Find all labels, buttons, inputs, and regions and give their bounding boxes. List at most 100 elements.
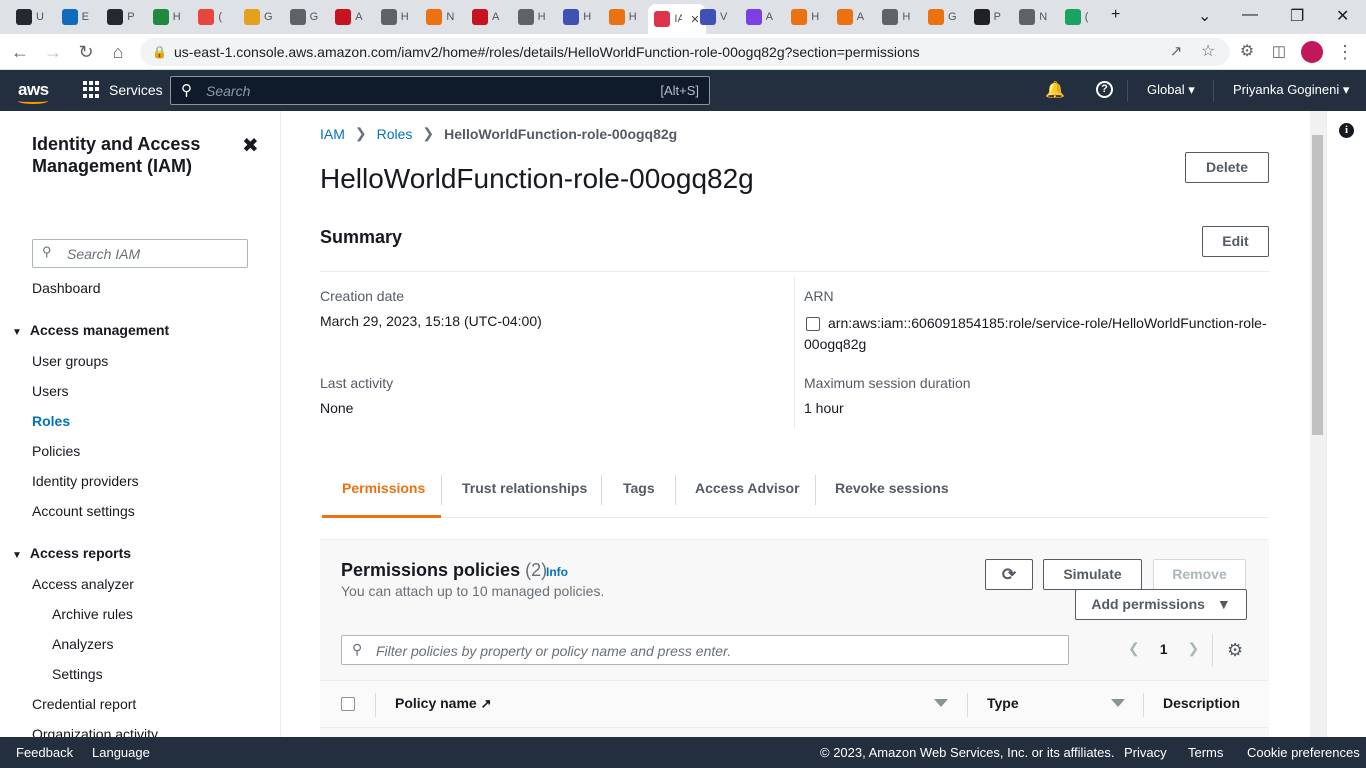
browser-tab[interactable]: H [608,4,637,30]
maximize-icon[interactable]: ❐ [1290,6,1304,26]
cookie-preferences-link[interactable]: Cookie preferences [1247,745,1360,760]
browser-tab[interactable]: A [836,4,865,30]
account-menu[interactable]: Priyanka Gogineni ▾ [1233,82,1349,98]
sidebar-item-archive-rules[interactable]: Archive rules [52,606,133,622]
new-tab-icon[interactable]: + [1111,6,1120,24]
column-type[interactable]: Type [987,695,1019,711]
tab-search-icon[interactable]: ⌄ [1198,6,1211,26]
tab-tags[interactable]: Tags [603,463,675,518]
close-sidebar-icon[interactable]: ✖ [242,133,259,158]
browser-tab[interactable]: G [928,4,956,30]
tab-revoke-sessions[interactable]: Revoke sessions [815,463,969,518]
browser-tab[interactable]: H [380,4,409,30]
side-panel-icon[interactable]: ◫ [1268,41,1290,63]
table-settings-gear-icon[interactable]: ⚙ [1227,640,1243,661]
browser-tab[interactable]: IA ✕ [648,4,706,34]
tab-access-advisor[interactable]: Access Advisor [675,463,820,518]
page-scrollbar[interactable] [1310,111,1326,737]
reload-icon[interactable]: ↻ [75,41,97,63]
help-icon[interactable]: ? [1096,81,1113,98]
region-selector[interactable]: Global ▾ [1147,82,1195,98]
browser-tab[interactable]: N [1019,4,1047,30]
browser-tab[interactable]: A [745,4,774,30]
aws-search-input[interactable]: ⚲ Search [Alt+S] [170,76,710,105]
privacy-link[interactable]: Privacy [1124,745,1167,760]
sidebar-item-analyzers[interactable]: Analyzers [52,636,113,652]
breadcrumb-roles-link[interactable]: Roles [377,126,413,142]
browser-tab[interactable]: A [335,4,363,30]
prev-page-icon[interactable]: ❮ [1128,640,1140,657]
sidebar-item-account-settings[interactable]: Account settings [32,503,135,519]
url-bar[interactable]: 🔒 us-east-1.console.aws.amazon.com/iamv2… [140,38,1230,66]
next-page-icon[interactable]: ❯ [1188,640,1200,657]
browser-menu-icon[interactable]: ⋮ [1334,41,1356,63]
share-icon[interactable]: ↗ [1165,41,1187,63]
column-description[interactable]: Description [1163,695,1240,711]
breadcrumb: IAM ❯ Roles ❯ HelloWorldFunction-role-00… [320,125,677,142]
browser-tab[interactable]: P [973,4,1002,30]
breadcrumb-iam-link[interactable]: IAM [320,126,345,142]
services-menu-button[interactable]: Services [83,81,163,98]
back-icon[interactable]: ← [9,41,31,63]
browser-tab[interactable]: ( [198,4,226,30]
sidebar-item-dashboard[interactable]: Dashboard [32,280,101,296]
sidebar-item-policies[interactable]: Policies [32,443,80,459]
delete-role-button[interactable]: Delete [1185,152,1269,183]
aws-logo[interactable]: aws [18,80,49,104]
current-page[interactable]: 1 [1160,641,1168,657]
close-window-icon[interactable]: ✕ [1336,6,1349,26]
terms-link[interactable]: Terms [1188,745,1223,760]
column-policy-name[interactable]: Policy name ↗ [395,695,492,712]
sidebar-item-access-analyzer[interactable]: Access analyzer [32,576,134,592]
sort-caret-icon[interactable] [1111,699,1125,707]
browser-tab[interactable]: G [244,4,272,30]
sidebar-item-user-groups[interactable]: User groups [32,353,108,369]
browser-tab[interactable]: P [107,4,135,30]
remove-button[interactable]: Remove [1153,559,1246,590]
language-link[interactable]: Language [92,745,150,760]
policy-filter-input[interactable]: ⚲ Filter policies by property or policy … [341,635,1069,665]
info-link[interactable]: Info [546,565,568,579]
refresh-button[interactable]: ⟳ [985,559,1033,590]
sidebar-item-settings[interactable]: Settings [52,666,103,682]
scroll-thumb[interactable] [1312,135,1323,435]
info-panel-icon[interactable]: i [1339,123,1354,138]
sidebar-item-users[interactable]: Users [32,383,69,399]
bookmark-star-icon[interactable]: ☆ [1197,41,1219,63]
sidebar-item-roles[interactable]: Roles [32,413,70,429]
edit-summary-button[interactable]: Edit [1202,226,1269,257]
copy-icon[interactable] [806,317,820,332]
browser-tab[interactable]: H [882,4,910,30]
browser-tab[interactable]: ( [1064,4,1093,30]
sidebar-item-identity-providers[interactable]: Identity providers [32,473,139,489]
simulate-button[interactable]: Simulate [1043,559,1142,590]
close-tab-icon[interactable]: ✕ [690,13,699,26]
sidebar-section-access-management[interactable]: ▼ Access management [12,322,169,338]
sidebar-item-credential-report[interactable]: Credential report [32,696,136,712]
feedback-link[interactable]: Feedback [16,745,73,760]
forward-icon[interactable]: → [42,41,64,63]
home-icon[interactable]: ⌂ [107,41,129,63]
browser-tab[interactable]: U [16,4,44,30]
browser-tab[interactable]: E [61,4,90,30]
browser-tab[interactable]: H [791,4,819,30]
notifications-bell-icon[interactable]: 🔔 [1045,80,1065,100]
sidebar-search-input[interactable]: ⚲ Search IAM [32,239,248,268]
browser-tab[interactable]: H [517,4,546,30]
select-all-checkbox[interactable] [341,697,355,711]
sidebar-section-access-reports[interactable]: ▼ Access reports [12,545,131,561]
tab-trust-relationships[interactable]: Trust relationships [442,463,607,518]
add-permissions-button[interactable]: Add permissions ▼ [1075,589,1247,620]
browser-tab[interactable]: H [152,4,181,30]
browser-tab[interactable]: G [289,4,318,30]
tab-permissions[interactable]: Permissions [322,463,441,518]
browser-tab[interactable]: H [563,4,591,30]
profile-avatar[interactable] [1301,41,1323,63]
sort-caret-icon[interactable] [934,699,948,707]
browser-tab[interactable]: N [426,4,454,30]
sidebar-item-organization-activity[interactable]: Organization activity [32,726,158,737]
browser-tab[interactable]: A [472,4,500,30]
extensions-icon[interactable]: ⚙ [1236,41,1258,63]
minimize-icon[interactable]: — [1242,6,1258,24]
browser-tab[interactable]: V [700,4,728,30]
